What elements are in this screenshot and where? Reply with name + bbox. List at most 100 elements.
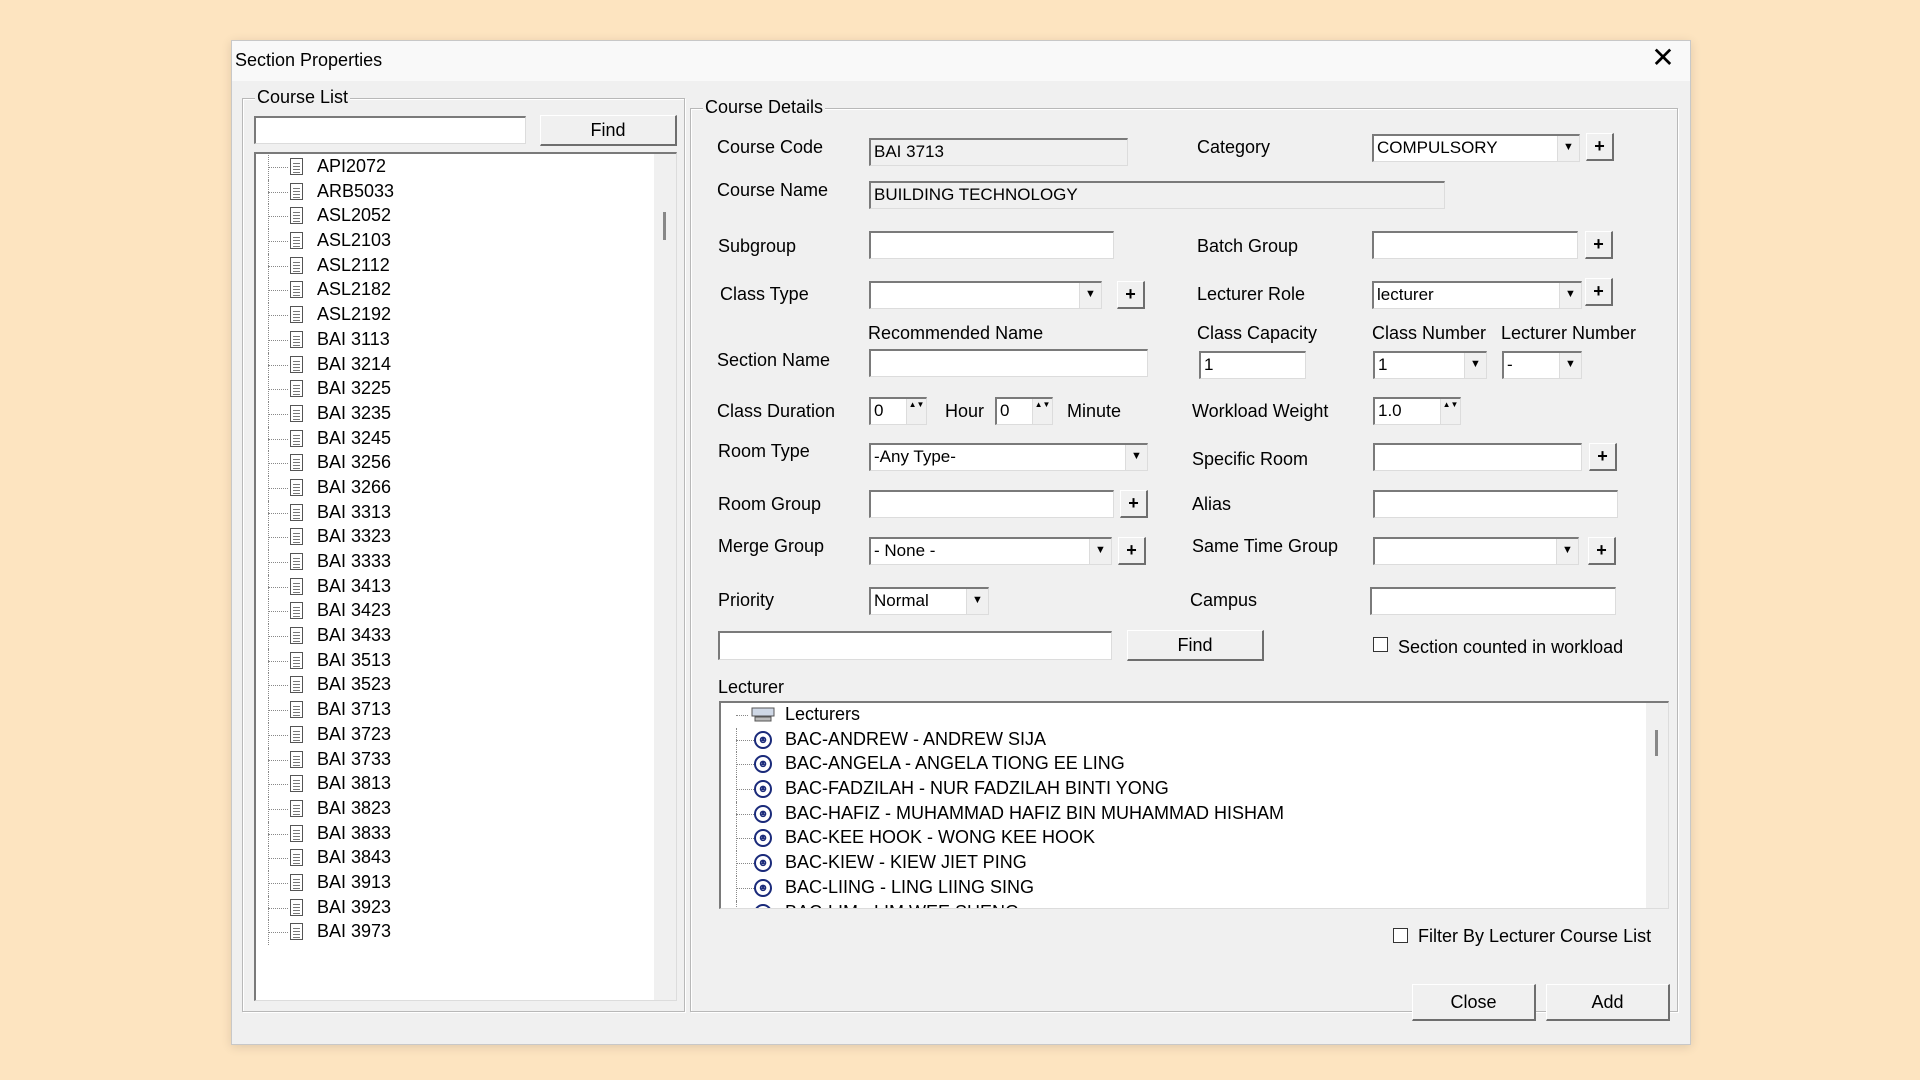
course-list-item[interactable]: BAI 3433 [256, 624, 646, 649]
lecturer-list-item[interactable]: ☻ BAC-HAFIZ - MUHAMMAD HAFIZ BIN MUHAMMAD… [721, 801, 1641, 827]
course-list-item[interactable]: BAI 3833 [256, 821, 646, 847]
course-list-item[interactable]: BAI 3214 [256, 352, 646, 378]
course-list-item[interactable]: BAI 3923 [256, 895, 646, 921]
specific-room-input[interactable] [1373, 443, 1582, 471]
batch-group-input[interactable] [1372, 231, 1578, 259]
lecturer-tree-scroll-thumb[interactable] [1655, 730, 1658, 756]
chevron-down-icon[interactable]: ▼ [1559, 283, 1581, 308]
lecturer-find-button[interactable]: Find [1127, 630, 1264, 661]
course-tree-scrollbar[interactable] [654, 154, 676, 1000]
course-list-item[interactable]: API2072 [256, 155, 646, 180]
lecturer-root-row[interactable]: Lecturers [721, 703, 1641, 728]
close-button[interactable]: Close [1412, 984, 1536, 1021]
course-list-item[interactable]: BAI 3256 [256, 451, 646, 476]
course-list-item[interactable]: BAI 3235 [256, 401, 646, 427]
class-capacity-input[interactable]: 1 [1199, 351, 1306, 379]
merge-group-select[interactable]: - None - ▼ [869, 537, 1112, 565]
chevron-down-icon[interactable]: ▼ [1079, 283, 1101, 308]
add-same-time-group-button[interactable]: + [1588, 537, 1616, 565]
course-tree[interactable]: API2072 ARB5033 ASL2052 ASL2103 ASL2112 ASL21… [254, 152, 677, 1001]
course-list-item[interactable]: BAI 3266 [256, 475, 646, 501]
course-list-item[interactable]: BAI 3113 [256, 327, 646, 353]
alias-input[interactable] [1373, 490, 1618, 518]
course-list-item[interactable]: ASL2112 [256, 253, 646, 279]
course-list-item[interactable]: ASL2192 [256, 303, 646, 328]
course-list-item[interactable]: BAI 3913 [256, 870, 646, 896]
lecturer-list-item[interactable]: ☻ BAC-FADZILAH - NUR FADZILAH BINTI YONG [721, 777, 1641, 802]
document-icon [290, 676, 303, 694]
spinner-arrows-icon[interactable]: ▲▼ [906, 399, 926, 424]
course-list-item[interactable]: BAI 3333 [256, 550, 646, 575]
course-list-item[interactable]: BAI 3323 [256, 525, 646, 550]
room-group-input[interactable] [869, 490, 1114, 518]
close-icon[interactable]: ✕ [1650, 44, 1676, 72]
course-list-item[interactable]: BAI 3313 [256, 500, 646, 526]
course-list-item[interactable]: BAI 3423 [256, 599, 646, 625]
lecturer-number-select[interactable]: - ▼ [1502, 351, 1582, 379]
class-number-select[interactable]: 1 ▼ [1373, 351, 1487, 379]
lecturer-list-item[interactable]: ☻ BAC-KEE HOOK - WONG KEE HOOK [721, 826, 1641, 852]
section-name-input[interactable] [869, 349, 1148, 377]
duration-hour-spinner[interactable]: 0 ▲▼ [869, 397, 927, 425]
tree-connector [268, 734, 288, 736]
add-merge-group-button[interactable]: + [1118, 537, 1146, 565]
lecturer-role-select[interactable]: lecturer ▼ [1372, 281, 1582, 309]
course-list-item[interactable]: BAI 3823 [256, 796, 646, 822]
campus-input[interactable] [1370, 587, 1616, 615]
course-list-item[interactable]: BAI 3245 [256, 426, 646, 452]
lecturer-list-item[interactable]: ☻ BAC-ANDREW - ANDREW SIJA [721, 727, 1641, 753]
add-specific-room-button[interactable]: + [1589, 443, 1617, 471]
priority-select[interactable]: Normal ▼ [869, 587, 989, 615]
lecturer-name-text: BAC-HAFIZ - MUHAMMAD HAFIZ BIN MUHAMMAD … [785, 802, 1284, 823]
course-find-button[interactable]: Find [540, 115, 677, 146]
lecturer-list-item[interactable]: ☻ BAC-ANGELA - ANGELA TIONG EE LING [721, 752, 1641, 778]
subgroup-input[interactable] [869, 231, 1114, 259]
course-list-item[interactable]: ARB5033 [256, 179, 646, 205]
chevron-down-icon[interactable]: ▼ [1089, 539, 1111, 564]
section-counted-checkbox[interactable] [1373, 637, 1388, 652]
course-list-item[interactable]: BAI 3713 [256, 698, 646, 723]
chevron-down-icon[interactable]: ▼ [1557, 136, 1579, 161]
course-list-item[interactable]: BAI 3813 [256, 772, 646, 797]
course-tree-scroll-thumb[interactable] [663, 212, 666, 240]
lecturer-tree[interactable]: Lecturers ☻ BAC-ANDREW - ANDREW SIJA ☻ BAC-… [719, 701, 1669, 909]
course-list-item[interactable]: BAI 3225 [256, 377, 646, 402]
category-select[interactable]: COMPULSORY ▼ [1372, 134, 1580, 162]
add-room-group-button[interactable]: + [1120, 490, 1148, 518]
chevron-down-icon[interactable]: ▼ [1125, 445, 1147, 470]
course-list-item[interactable]: BAI 3843 [256, 846, 646, 871]
lecturer-list-item[interactable]: ☻ BAC-LIING - LING LIING SING [721, 875, 1641, 901]
chevron-down-icon[interactable]: ▼ [1559, 353, 1581, 378]
course-list-item[interactable]: ASL2052 [256, 204, 646, 230]
same-time-group-select[interactable]: ▼ [1373, 537, 1579, 565]
course-list-item[interactable]: BAI 3523 [256, 673, 646, 699]
add-category-button[interactable]: + [1586, 133, 1614, 161]
add-lecturer-role-button[interactable]: + [1585, 278, 1613, 306]
lecturer-list-item[interactable]: ☻ BAC-KIEW - KIEW JIET PING [721, 851, 1641, 876]
lecturer-list-item[interactable]: ☻ BAC-LIM - LIM WEE SHENG [721, 900, 1641, 908]
course-list-item[interactable]: ASL2182 [256, 278, 646, 304]
duration-minute-spinner[interactable]: 0 ▲▼ [995, 397, 1053, 425]
lecturer-search-input[interactable] [718, 631, 1112, 660]
room-type-select[interactable]: -Any Type- ▼ [869, 443, 1148, 471]
course-list-item[interactable]: BAI 3513 [256, 648, 646, 674]
course-search-input[interactable] [254, 116, 526, 144]
add-class-type-button[interactable]: + [1117, 281, 1145, 309]
course-list-item[interactable]: BAI 3973 [256, 920, 646, 945]
workload-weight-spinner[interactable]: 1.0 ▲▼ [1373, 397, 1461, 425]
add-batch-group-button[interactable]: + [1585, 231, 1613, 259]
chevron-down-icon[interactable]: ▼ [966, 589, 988, 614]
course-code-text: BAI 3923 [317, 896, 392, 917]
chevron-down-icon[interactable]: ▼ [1556, 539, 1578, 564]
course-list-item[interactable]: BAI 3733 [256, 747, 646, 773]
chevron-down-icon[interactable]: ▼ [1464, 353, 1486, 378]
class-type-select[interactable]: ▼ [869, 281, 1102, 309]
course-list-item[interactable]: ASL2103 [256, 229, 646, 254]
filter-lecturer-checkbox[interactable] [1393, 928, 1408, 943]
add-button[interactable]: Add [1546, 984, 1670, 1021]
course-list-item[interactable]: BAI 3723 [256, 722, 646, 748]
spinner-arrows-icon[interactable]: ▲▼ [1440, 399, 1460, 424]
lecturer-tree-scrollbar[interactable] [1646, 703, 1668, 908]
course-list-item[interactable]: BAI 3413 [256, 574, 646, 600]
spinner-arrows-icon[interactable]: ▲▼ [1032, 399, 1052, 424]
